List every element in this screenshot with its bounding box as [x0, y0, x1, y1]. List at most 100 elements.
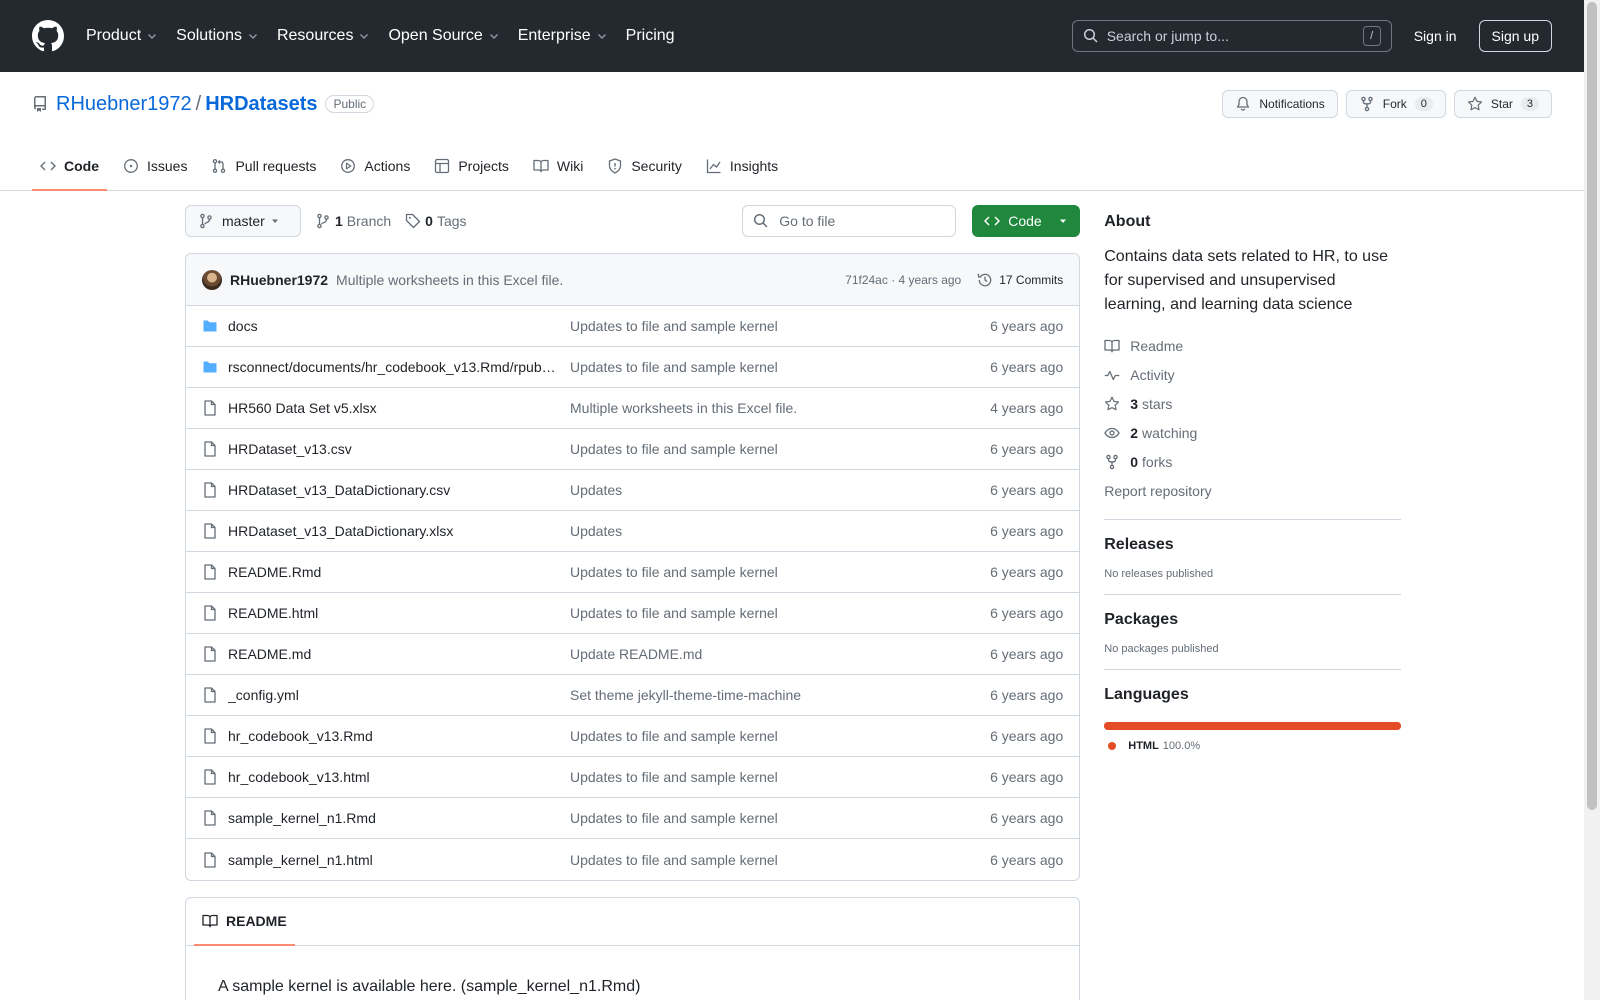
tab-issues[interactable]: Issues	[115, 142, 195, 190]
commit-message-link[interactable]: Multiple worksheets in this Excel file.	[336, 272, 563, 288]
notifications-label: Notifications	[1259, 97, 1325, 111]
latest-commit-row: RHuebner1972 Multiple worksheets in this…	[186, 254, 1080, 306]
file-name-link[interactable]: docs	[228, 318, 558, 334]
file-commit-age: 6 years ago	[990, 810, 1064, 826]
code-dropdown-button[interactable]: Code	[972, 205, 1081, 237]
file-icon	[202, 646, 218, 662]
readme-tab[interactable]: README	[194, 897, 295, 946]
nav-resources[interactable]: Resources	[277, 27, 370, 45]
graph-icon	[706, 159, 721, 174]
nav-enterprise[interactable]: Enterprise	[518, 27, 608, 45]
file-commit-message-link[interactable]: Updates to file and sample kernel	[570, 605, 778, 621]
fork-icon	[1360, 96, 1373, 112]
table-row: HRDataset_v13.csv Updates to file and sam…	[186, 429, 1080, 470]
github-logo-icon[interactable]	[32, 20, 64, 52]
tab-wiki-label: Wiki	[556, 158, 584, 174]
file-commit-message-link[interactable]: Multiple worksheets in this Excel file.	[570, 400, 797, 416]
fork-button[interactable]: Fork 0	[1345, 90, 1446, 118]
file-commit-message-link[interactable]: Updates to file and sample kernel	[570, 810, 778, 826]
watching-link[interactable]: 2 watching	[1104, 418, 1401, 447]
commit-sha-age[interactable]: 71f24ac · 4 years ago	[845, 273, 961, 287]
go-to-file-input[interactable]: Go to file	[742, 205, 957, 237]
tab-actions[interactable]: Actions	[332, 142, 418, 190]
file-commit-message-link[interactable]: Updates to file and sample kernel	[570, 441, 778, 457]
notifications-button[interactable]: Notifications	[1222, 90, 1338, 118]
page-scrollbar[interactable]	[1584, 0, 1600, 1000]
file-commit-message-link[interactable]: Updates to file and sample kernel	[570, 564, 778, 580]
releases-empty-text: No releases published	[1104, 568, 1214, 580]
file-name-link[interactable]: README.md	[228, 646, 558, 662]
file-commit-message-link[interactable]: Updates to file and sample kernel	[570, 359, 778, 375]
commit-author-link[interactable]: RHuebner1972	[230, 272, 328, 288]
watching-count: 2	[1130, 424, 1139, 441]
chevron-down-icon	[360, 34, 369, 39]
table-row: hr_codebook_v13.Rmd Updates to file and s…	[186, 716, 1080, 757]
tab-pull-requests[interactable]: Pull requests	[203, 142, 324, 190]
language-item[interactable]: HTML 100.0%	[1104, 740, 1401, 752]
file-commit-message-link[interactable]: Updates	[570, 482, 622, 498]
sign-in-link[interactable]: Sign in	[1406, 28, 1465, 44]
avatar[interactable]	[202, 269, 222, 290]
scrollbar-thumb[interactable]	[1587, 2, 1597, 810]
file-name-link[interactable]: README.html	[228, 605, 558, 621]
file-commit-message-link[interactable]: Updates to file and sample kernel	[570, 852, 778, 868]
releases-heading[interactable]: Releases	[1104, 536, 1401, 554]
file-icon	[202, 728, 218, 744]
report-repository-link[interactable]: Report repository	[1104, 476, 1401, 505]
book-icon	[1104, 339, 1120, 352]
tags-link[interactable]: 0 Tags	[405, 213, 467, 229]
file-name-link[interactable]: HR560 Data Set v5.xlsx	[228, 400, 558, 416]
fork-label: Fork	[1382, 97, 1407, 111]
file-commit-message-link[interactable]: Updates to file and sample kernel	[570, 769, 778, 785]
folder-icon	[202, 359, 218, 375]
file-name-link[interactable]: _config.yml	[228, 687, 558, 703]
tab-security[interactable]: Security	[599, 142, 690, 190]
branch-select-button[interactable]: master	[185, 205, 301, 237]
star-button[interactable]: Star 3	[1453, 90, 1552, 118]
file-commit-age: 6 years ago	[990, 482, 1064, 498]
packages-heading[interactable]: Packages	[1104, 611, 1401, 629]
file-name-link[interactable]: hr_codebook_v13.Rmd	[228, 728, 558, 744]
file-commit-message-link[interactable]: Set theme jekyll-theme-time-machine	[570, 687, 801, 703]
tag-count-label: Tags	[436, 213, 467, 229]
file-list: RHuebner1972 Multiple worksheets in this…	[185, 253, 1081, 881]
stars-link[interactable]: 3 stars	[1104, 389, 1401, 418]
nav-product[interactable]: Product	[86, 27, 158, 45]
file-name-link[interactable]: hr_codebook_v13.html	[228, 769, 558, 785]
file-icon	[202, 810, 218, 826]
activity-link[interactable]: Activity	[1104, 360, 1401, 389]
file-name-link[interactable]: HRDataset_v13.csv	[228, 441, 558, 457]
tab-code[interactable]: Code	[32, 142, 107, 191]
file-commit-message-link[interactable]: Updates to file and sample kernel	[570, 728, 778, 744]
file-name-link[interactable]: HRDataset_v13_DataDictionary.xlsx	[228, 523, 558, 539]
issue-icon	[124, 159, 138, 173]
branches-link[interactable]: 1 Branch	[315, 213, 391, 229]
nav-product-label: Product	[86, 27, 142, 44]
branch-name: master	[222, 213, 265, 229]
file-commit-message-link[interactable]: Updates to file and sample kernel	[570, 318, 778, 334]
folder-icon	[202, 318, 218, 334]
repo-owner-link[interactable]: RHuebner1972	[56, 93, 192, 116]
sign-up-button[interactable]: Sign up	[1478, 20, 1552, 52]
repo-name-link[interactable]: HRDatasets	[205, 93, 317, 116]
file-icon	[202, 687, 218, 703]
file-name-link[interactable]: README.Rmd	[228, 564, 558, 580]
global-search-input[interactable]: Search or jump to... /	[1071, 20, 1392, 52]
file-commit-message-link[interactable]: Update README.md	[570, 646, 702, 662]
tab-issues-label: Issues	[147, 158, 188, 174]
nav-open-source[interactable]: Open Source	[388, 27, 499, 45]
file-name-link[interactable]: rsconnect/documents/hr_codebook_v13.Rmd/…	[228, 359, 558, 375]
nav-pricing[interactable]: Pricing	[626, 27, 675, 45]
file-icon	[202, 523, 218, 539]
file-name-link[interactable]: HRDataset_v13_DataDictionary.csv	[228, 482, 558, 498]
nav-solutions[interactable]: Solutions	[176, 27, 259, 45]
tab-insights[interactable]: Insights	[698, 142, 786, 190]
readme-link[interactable]: Readme	[1104, 331, 1401, 360]
file-name-link[interactable]: sample_kernel_n1.Rmd	[228, 810, 558, 826]
tab-wiki[interactable]: Wiki	[525, 142, 591, 190]
commits-history-link[interactable]: 17 Commits	[977, 272, 1063, 288]
forks-link[interactable]: 0 forks	[1104, 447, 1401, 476]
file-name-link[interactable]: sample_kernel_n1.html	[228, 852, 558, 868]
tab-projects[interactable]: Projects	[426, 142, 517, 190]
file-commit-message-link[interactable]: Updates	[570, 523, 622, 539]
